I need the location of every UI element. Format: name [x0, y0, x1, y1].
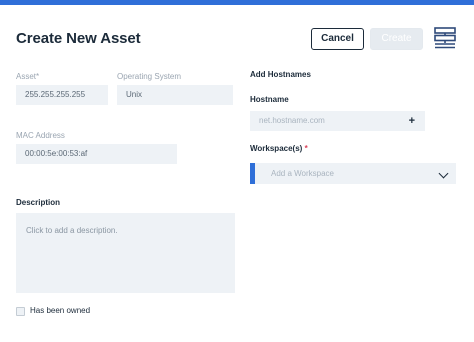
asset-input[interactable]: 255.255.255.255 [16, 85, 108, 105]
description-textarea[interactable]: Click to add a description. [16, 213, 235, 293]
workspace-select[interactable]: Add a Workspace [250, 163, 456, 184]
owned-checkbox[interactable] [16, 307, 25, 316]
server-stack-icon[interactable] [434, 27, 456, 49]
asset-label: Asset* [16, 72, 40, 81]
hostname-label: Hostname [250, 95, 289, 104]
chevron-down-icon [438, 168, 449, 179]
owned-label: Has been owned [30, 306, 91, 315]
plus-icon[interactable]: + [409, 111, 415, 131]
hostname-input[interactable]: net.hostname.com + [250, 111, 425, 131]
mac-input[interactable]: 00:00:5e:00:53:af [16, 144, 177, 164]
workspaces-label: Workspace(s) * [250, 144, 308, 153]
workspace-placeholder: Add a Workspace [271, 169, 334, 178]
os-label: Operating System [117, 72, 182, 81]
description-label: Description [16, 198, 61, 207]
os-input[interactable]: Unix [117, 85, 233, 105]
mac-label: MAC Address [16, 131, 65, 140]
create-button[interactable]: Create [370, 28, 423, 50]
top-accent-bar [0, 0, 474, 5]
page-title: Create New Asset [16, 30, 141, 47]
add-hostnames-title: Add Hostnames [250, 70, 311, 79]
hostname-placeholder: net.hostname.com [259, 116, 325, 125]
cancel-button[interactable]: Cancel [311, 28, 364, 50]
